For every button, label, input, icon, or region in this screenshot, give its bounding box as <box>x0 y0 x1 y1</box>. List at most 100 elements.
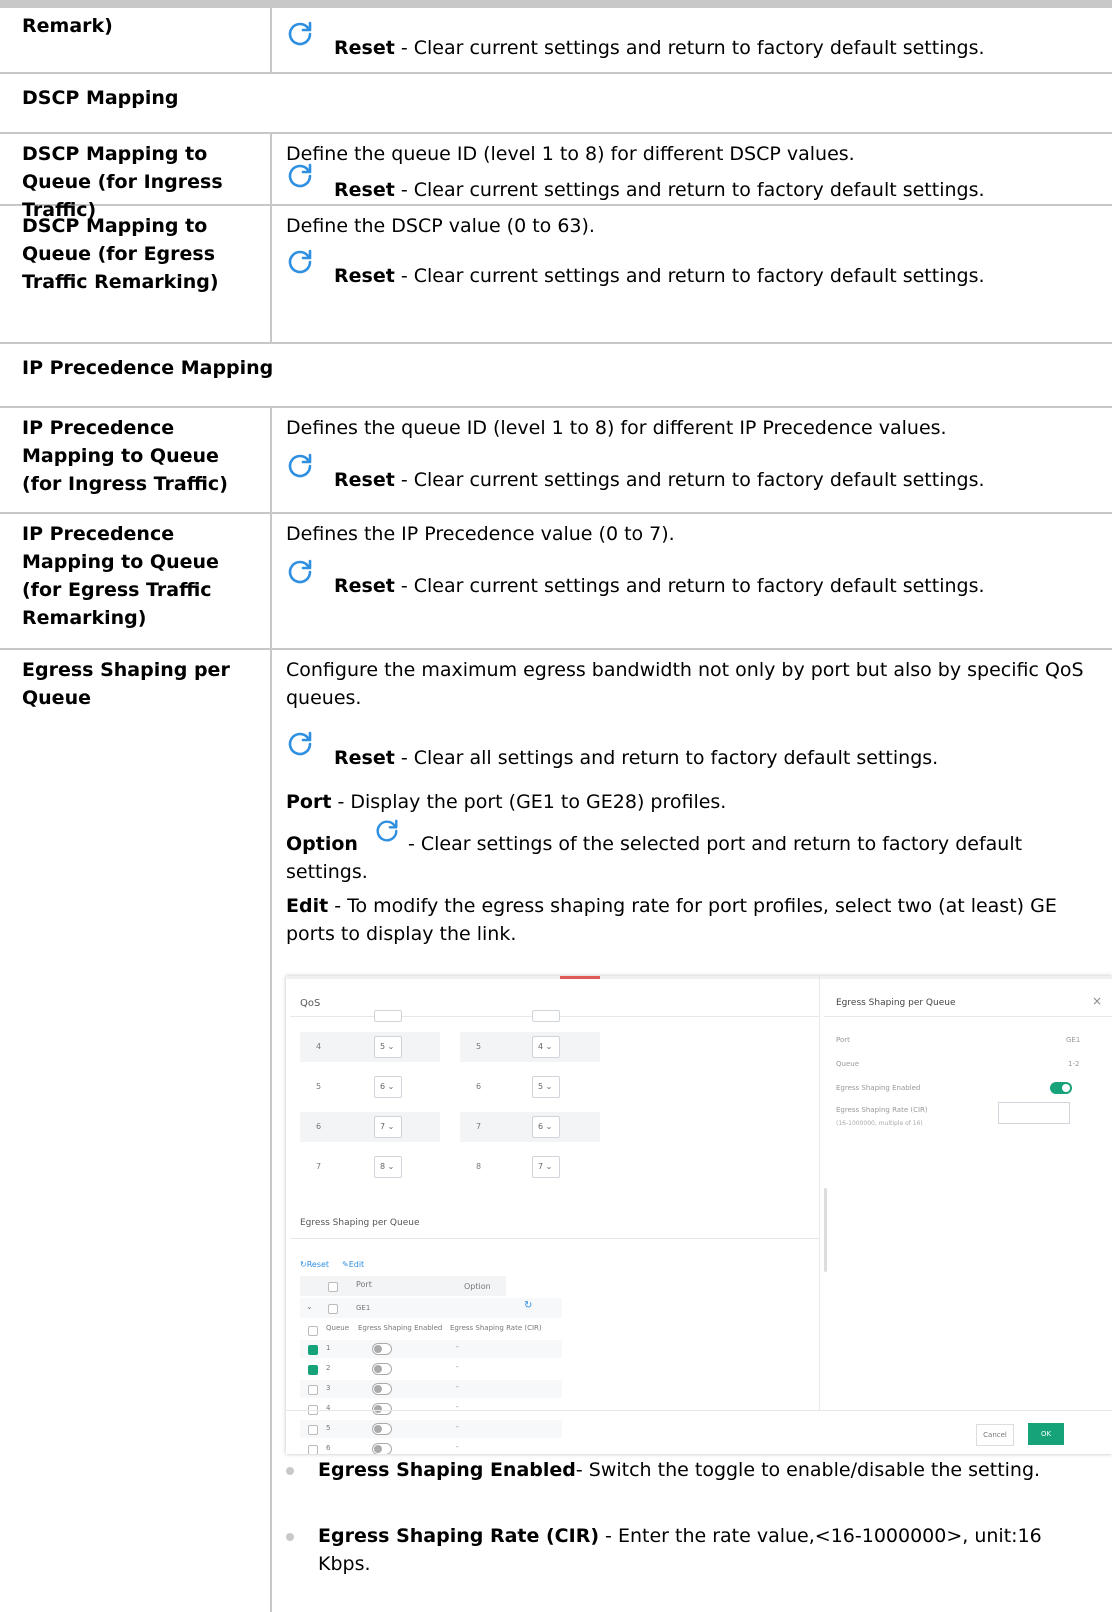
col-option: Option <box>464 1282 491 1291</box>
bullet-dot <box>286 1467 294 1475</box>
label-column <box>0 650 272 1612</box>
reset-desc: - Clear current settings and return to f… <box>394 469 985 491</box>
reset-label: Reset <box>334 265 395 287</box>
reset-line: Reset - Clear all settings and return to… <box>286 730 1086 774</box>
rate-value: - <box>456 1343 459 1351</box>
queue-checkbox[interactable] <box>308 1385 318 1395</box>
panel-enabled-label: Egress Shaping Enabled <box>836 1084 921 1092</box>
queue-id: 1 <box>326 1344 331 1352</box>
toggle-knob <box>1062 1084 1070 1092</box>
mapping-select[interactable]: 5 ⌄ <box>374 1036 402 1058</box>
row-label: Remark) <box>22 15 113 37</box>
port-checkbox[interactable] <box>328 1304 338 1314</box>
mapping-key: 6 <box>316 1122 322 1131</box>
row-label: DSCP Mapping to Queue (for Egress Traffi… <box>22 215 219 293</box>
rate-value: - <box>456 1423 459 1431</box>
edit-link[interactable]: ✎Edit <box>342 1260 364 1269</box>
mapping-key: 5 <box>476 1042 482 1051</box>
mapping-select[interactable]: 5 ⌄ <box>532 1076 560 1098</box>
screenshot-top-strip <box>286 976 1112 979</box>
mapping-select[interactable]: 6 ⌄ <box>532 1116 560 1138</box>
queue-checkbox[interactable] <box>308 1425 318 1435</box>
select-all-checkbox[interactable] <box>328 1282 338 1292</box>
select[interactable] <box>532 1010 560 1022</box>
divider <box>824 1016 1112 1017</box>
edit-text: - To modify the egress shaping rate for … <box>286 895 1057 945</box>
enabled-toggle[interactable] <box>1050 1082 1072 1094</box>
bullet-label: Egress Shaping Enabled <box>318 1459 576 1481</box>
reset-icon <box>288 249 312 274</box>
reset-desc: - Clear current settings and return to f… <box>394 265 985 287</box>
reset-icon <box>288 559 312 584</box>
reset-icon <box>288 21 312 46</box>
queue-checkbox[interactable] <box>308 1345 318 1355</box>
reset-label: Reset <box>334 37 395 59</box>
row-desc: Define the DSCP value (0 to 63). <box>286 215 595 237</box>
option-label: Option <box>286 833 358 855</box>
bullet-text: - Switch the toggle to enable/disable th… <box>575 1459 1041 1481</box>
egress-section-title: Egress Shaping per Queue <box>300 1218 420 1228</box>
enabled-toggle[interactable] <box>372 1363 392 1375</box>
reset-line: Reset - Clear current settings and retur… <box>286 20 1086 64</box>
divider <box>290 1238 820 1239</box>
port-name: GE1 <box>356 1304 371 1312</box>
enabled-toggle[interactable] <box>372 1443 392 1454</box>
col-rate: Egress Shaping Rate (CIR) <box>450 1324 542 1332</box>
queue-select-all[interactable] <box>308 1326 318 1336</box>
enabled-toggle[interactable] <box>372 1423 392 1435</box>
section-ip-precedence: IP Precedence Mapping <box>22 357 274 379</box>
ok-button[interactable]: OK <box>1028 1423 1064 1445</box>
reset-line: Reset - Clear current settings and retur… <box>286 162 1086 206</box>
queue-checkbox[interactable] <box>308 1445 318 1454</box>
reset-label: Reset <box>334 575 395 597</box>
chevron-down-icon[interactable]: ⌄ <box>306 1302 313 1311</box>
close-icon[interactable]: × <box>1092 994 1102 1008</box>
mapping-select[interactable]: 7 ⌄ <box>532 1156 560 1178</box>
row-label: IP Precedence Mapping to Queue (for Egre… <box>22 523 219 629</box>
mapping-select[interactable]: 6 ⌄ <box>374 1076 402 1098</box>
edit-link-label: Edit <box>348 1260 365 1269</box>
port-desc: Port - Display the port (GE1 to GE28) pr… <box>286 788 1086 816</box>
mapping-select[interactable]: 4 ⌄ <box>532 1036 560 1058</box>
panel-port-value: GE1 <box>1066 1036 1081 1044</box>
panel-title: Egress Shaping per Queue <box>836 998 956 1008</box>
cancel-button[interactable]: Cancel <box>976 1424 1014 1446</box>
scrollbar[interactable] <box>824 1188 827 1272</box>
reset-line: Reset - Clear current settings and retur… <box>286 452 1086 496</box>
queue-id: 2 <box>326 1364 331 1372</box>
mapping-select[interactable]: 8 ⌄ <box>374 1156 402 1178</box>
row-label: Egress Shaping per Queue <box>22 659 230 709</box>
row-remark: Remark) Reset - Clear current settings a… <box>0 8 1112 74</box>
reset-label: Reset <box>334 747 395 769</box>
mapping-select[interactable]: 7 ⌄ <box>374 1116 402 1138</box>
table-row <box>300 1340 562 1358</box>
reset-label: Reset <box>334 469 395 491</box>
bullet-label: Egress Shaping Rate (CIR) <box>318 1525 600 1547</box>
reset-link[interactable]: ↻Reset <box>300 1260 329 1269</box>
panel-rate-hint: (16-1000000, multiple of 16) <box>836 1120 923 1127</box>
rate-input[interactable] <box>998 1102 1070 1124</box>
bullet-rate: Egress Shaping Rate (CIR) - Enter the ra… <box>318 1522 1078 1578</box>
reset-desc: - Clear all settings and return to facto… <box>394 747 939 769</box>
mapping-key: 4 <box>316 1042 322 1051</box>
queue-checkbox[interactable] <box>308 1365 318 1375</box>
edit-desc: Edit - To modify the egress shaping rate… <box>286 892 1086 948</box>
table-row <box>300 1420 562 1438</box>
enabled-toggle[interactable] <box>372 1383 392 1395</box>
enabled-toggle[interactable] <box>372 1343 392 1355</box>
table-row <box>300 1380 562 1398</box>
row-ipp-egress: IP Precedence Mapping to Queue (for Egre… <box>0 514 1112 650</box>
mapping-key: 8 <box>476 1162 482 1171</box>
enabled-toggle[interactable] <box>372 1403 392 1415</box>
edit-label: Edit <box>286 895 329 917</box>
row-desc: Defines the IP Precedence value (0 to 7)… <box>286 523 675 545</box>
egress-desc: Configure the maximum egress bandwidth n… <box>286 659 1084 709</box>
reset-icon <box>288 163 312 188</box>
queue-id: 3 <box>326 1384 331 1392</box>
port-text: - Display the port (GE1 to GE28) profile… <box>331 791 727 813</box>
row-ipp-ingress: IP Precedence Mapping to Queue (for Ingr… <box>0 408 1112 514</box>
option-reset-icon[interactable]: ↻ <box>524 1300 532 1311</box>
reset-desc: - Clear current settings and return to f… <box>394 37 985 59</box>
divider <box>286 1410 1112 1411</box>
select[interactable] <box>374 1010 402 1022</box>
